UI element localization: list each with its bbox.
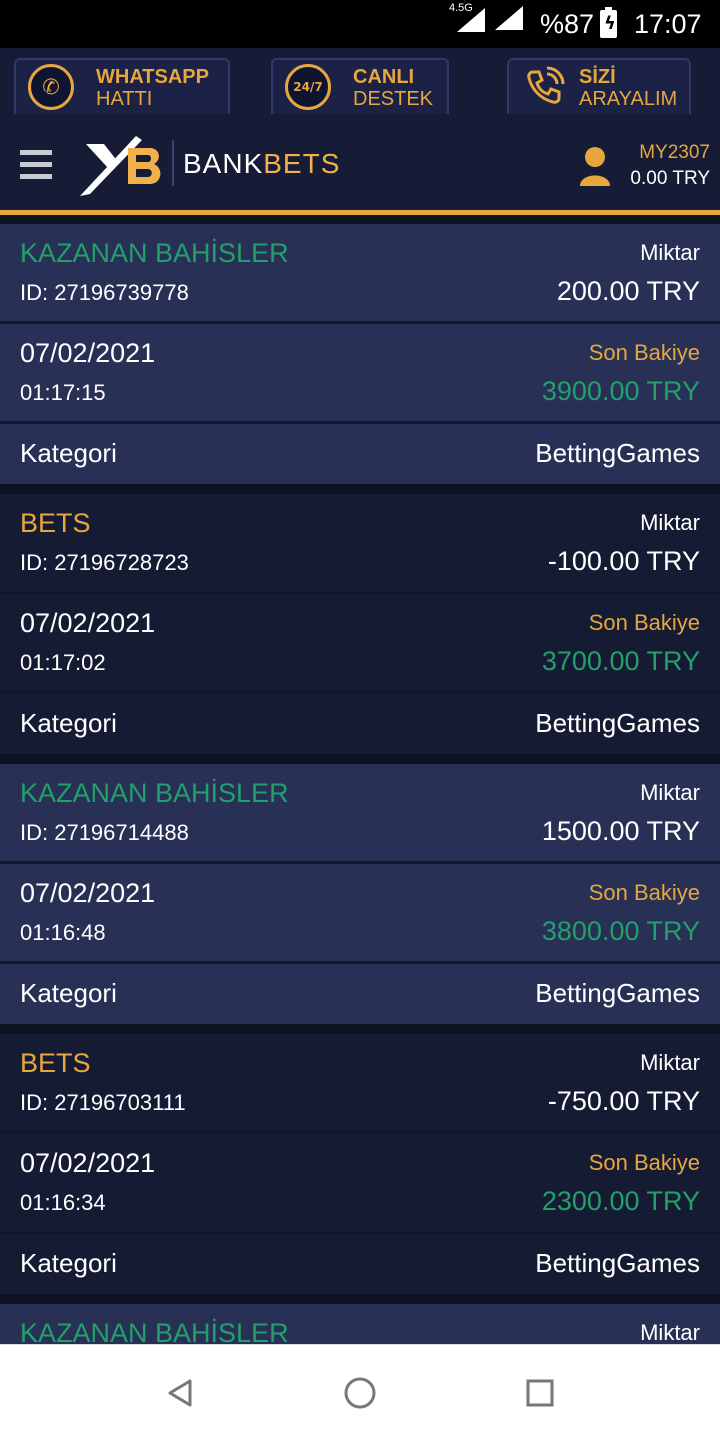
- logo-divider: [172, 140, 174, 186]
- transaction-balance: 3900.00 TRY: [541, 376, 700, 406]
- callback-label: SİZİ: [579, 66, 616, 88]
- category-value: BettingGames: [535, 438, 700, 468]
- transaction-time: 01:17:02: [20, 650, 106, 675]
- whatsapp-button[interactable]: ✆ WHATSAPP HATTI: [14, 58, 230, 116]
- amount-label: Miktar: [640, 510, 700, 535]
- live-support-sublabel: DESTEK: [353, 88, 434, 110]
- transaction-id: ID: 27196714488: [20, 820, 189, 845]
- transaction-card[interactable]: BETS ID: 27196703111 Miktar -750.00 TRY …: [0, 1034, 720, 1294]
- phone-call-icon: [521, 64, 567, 110]
- amount-label: Miktar: [640, 780, 700, 805]
- callback-sublabel: ARAYALIM: [579, 88, 678, 110]
- home-icon[interactable]: [342, 1375, 378, 1411]
- brand-logo-icon[interactable]: [78, 128, 168, 198]
- transaction-card[interactable]: KAZANAN BAHİSLER ID: 27196739778 Miktar …: [0, 224, 720, 484]
- transaction-row-date: 07/02/2021 01:17:15 Son Bakiye 3900.00 T…: [0, 324, 720, 424]
- transaction-row-date: 07/02/2021 01:16:34 Son Bakiye 2300.00 T…: [0, 1134, 720, 1234]
- signal-icon: [457, 8, 485, 32]
- category-label: Kategori: [20, 438, 117, 468]
- transaction-row-header: KAZANAN BAHİSLER ID: 27196714488 Miktar …: [0, 764, 720, 864]
- transaction-row-category: Kategori BettingGames: [0, 424, 720, 484]
- transaction-list[interactable]: KAZANAN BAHİSLER ID: 27196739778 Miktar …: [0, 224, 720, 1344]
- balance-label: Son Bakiye: [588, 340, 700, 365]
- category-label: Kategori: [20, 1248, 117, 1278]
- transaction-row-category: Kategori BettingGames: [0, 1234, 720, 1294]
- transaction-date: 07/02/2021: [20, 878, 156, 908]
- transaction-time: 01:17:15: [20, 380, 106, 405]
- transaction-date: 07/02/2021: [20, 608, 156, 638]
- header-accent-line: [0, 210, 720, 215]
- username[interactable]: MY2307: [639, 142, 710, 164]
- transaction-row-date: 07/02/2021 01:17:02 Son Bakiye 3700.00 T…: [0, 594, 720, 694]
- support-24-7-icon: 24/7: [285, 64, 331, 110]
- transaction-amount: 200.00 TRY: [556, 276, 700, 306]
- status-bar: 4.5G %87 ϟ 17:07: [0, 0, 720, 48]
- transaction-date: 07/02/2021: [20, 1148, 156, 1178]
- user-balance: 0.00 TRY: [630, 168, 710, 189]
- callback-button[interactable]: SİZİ ARAYALIM: [507, 58, 691, 116]
- category-value: BettingGames: [535, 1248, 700, 1278]
- clock: 17:07: [634, 9, 702, 39]
- transaction-type: KAZANAN BAHİSLER: [20, 778, 289, 808]
- transaction-row-date: 07/02/2021 01:16:48 Son Bakiye 3800.00 T…: [0, 864, 720, 964]
- transaction-amount: 1500.00 TRY: [541, 816, 700, 846]
- transaction-card[interactable]: KAZANAN BAHİSLER Miktar: [0, 1304, 720, 1344]
- transaction-row-category: Kategori BettingGames: [0, 694, 720, 754]
- transaction-type: KAZANAN BAHİSLER: [20, 1318, 289, 1344]
- battery-charging-icon: ϟ: [600, 7, 617, 38]
- live-support-button[interactable]: 24/7 CANLI DESTEK: [271, 58, 449, 116]
- amount-label: Miktar: [640, 240, 700, 265]
- transaction-balance: 3700.00 TRY: [541, 646, 700, 676]
- back-icon[interactable]: [162, 1375, 198, 1411]
- transaction-time: 01:16:34: [20, 1190, 106, 1215]
- category-value: BettingGames: [535, 708, 700, 738]
- transaction-time: 01:16:48: [20, 920, 106, 945]
- transaction-row-header: KAZANAN BAHİSLER ID: 27196739778 Miktar …: [0, 224, 720, 324]
- balance-label: Son Bakiye: [588, 610, 700, 635]
- signal-icon-2: [495, 6, 523, 30]
- category-label: Kategori: [20, 978, 117, 1008]
- balance-label: Son Bakiye: [588, 1150, 700, 1175]
- transaction-type: BETS: [20, 1048, 91, 1078]
- amount-label: Miktar: [640, 1050, 700, 1075]
- balance-label: Son Bakiye: [588, 880, 700, 905]
- system-nav-bar: [0, 1344, 720, 1441]
- transaction-id: ID: 27196703111: [20, 1090, 186, 1115]
- brand-name: BANKBETS: [183, 148, 341, 179]
- transaction-id: ID: 27196739778: [20, 280, 189, 305]
- transaction-row-category: Kategori BettingGames: [0, 964, 720, 1024]
- support-bar: ✆ WHATSAPP HATTI 24/7 CANLI DESTEK SİZİ …: [0, 48, 720, 116]
- transaction-type: BETS: [20, 508, 91, 538]
- transaction-row-header: BETS ID: 27196703111 Miktar -750.00 TRY: [0, 1034, 720, 1134]
- transaction-amount: -750.00 TRY: [547, 1086, 700, 1116]
- user-avatar-icon[interactable]: [578, 146, 612, 186]
- transaction-row-header: BETS ID: 27196728723 Miktar -100.00 TRY: [0, 494, 720, 594]
- category-value: BettingGames: [535, 978, 700, 1008]
- transaction-card[interactable]: BETS ID: 27196728723 Miktar -100.00 TRY …: [0, 494, 720, 754]
- whatsapp-icon: ✆: [28, 64, 74, 110]
- app-header: BANKBETS MY2307 0.00 TRY: [0, 114, 720, 210]
- whatsapp-sublabel: HATTI: [96, 88, 153, 110]
- transaction-id: ID: 27196728723: [20, 550, 189, 575]
- transaction-amount: -100.00 TRY: [547, 546, 700, 576]
- transaction-date: 07/02/2021: [20, 338, 156, 368]
- recents-icon[interactable]: [522, 1375, 558, 1411]
- transaction-type: KAZANAN BAHİSLER: [20, 238, 289, 268]
- transaction-card[interactable]: KAZANAN BAHİSLER ID: 27196714488 Miktar …: [0, 764, 720, 1024]
- battery-percent: %87: [540, 9, 595, 39]
- amount-label: Miktar: [640, 1320, 700, 1344]
- transaction-balance: 3800.00 TRY: [541, 916, 700, 946]
- live-support-label: CANLI: [353, 66, 415, 88]
- category-label: Kategori: [20, 708, 117, 738]
- whatsapp-label: WHATSAPP: [96, 66, 209, 88]
- transaction-row-header: KAZANAN BAHİSLER Miktar: [0, 1304, 720, 1344]
- menu-icon[interactable]: [20, 150, 52, 180]
- transaction-balance: 2300.00 TRY: [541, 1186, 700, 1216]
